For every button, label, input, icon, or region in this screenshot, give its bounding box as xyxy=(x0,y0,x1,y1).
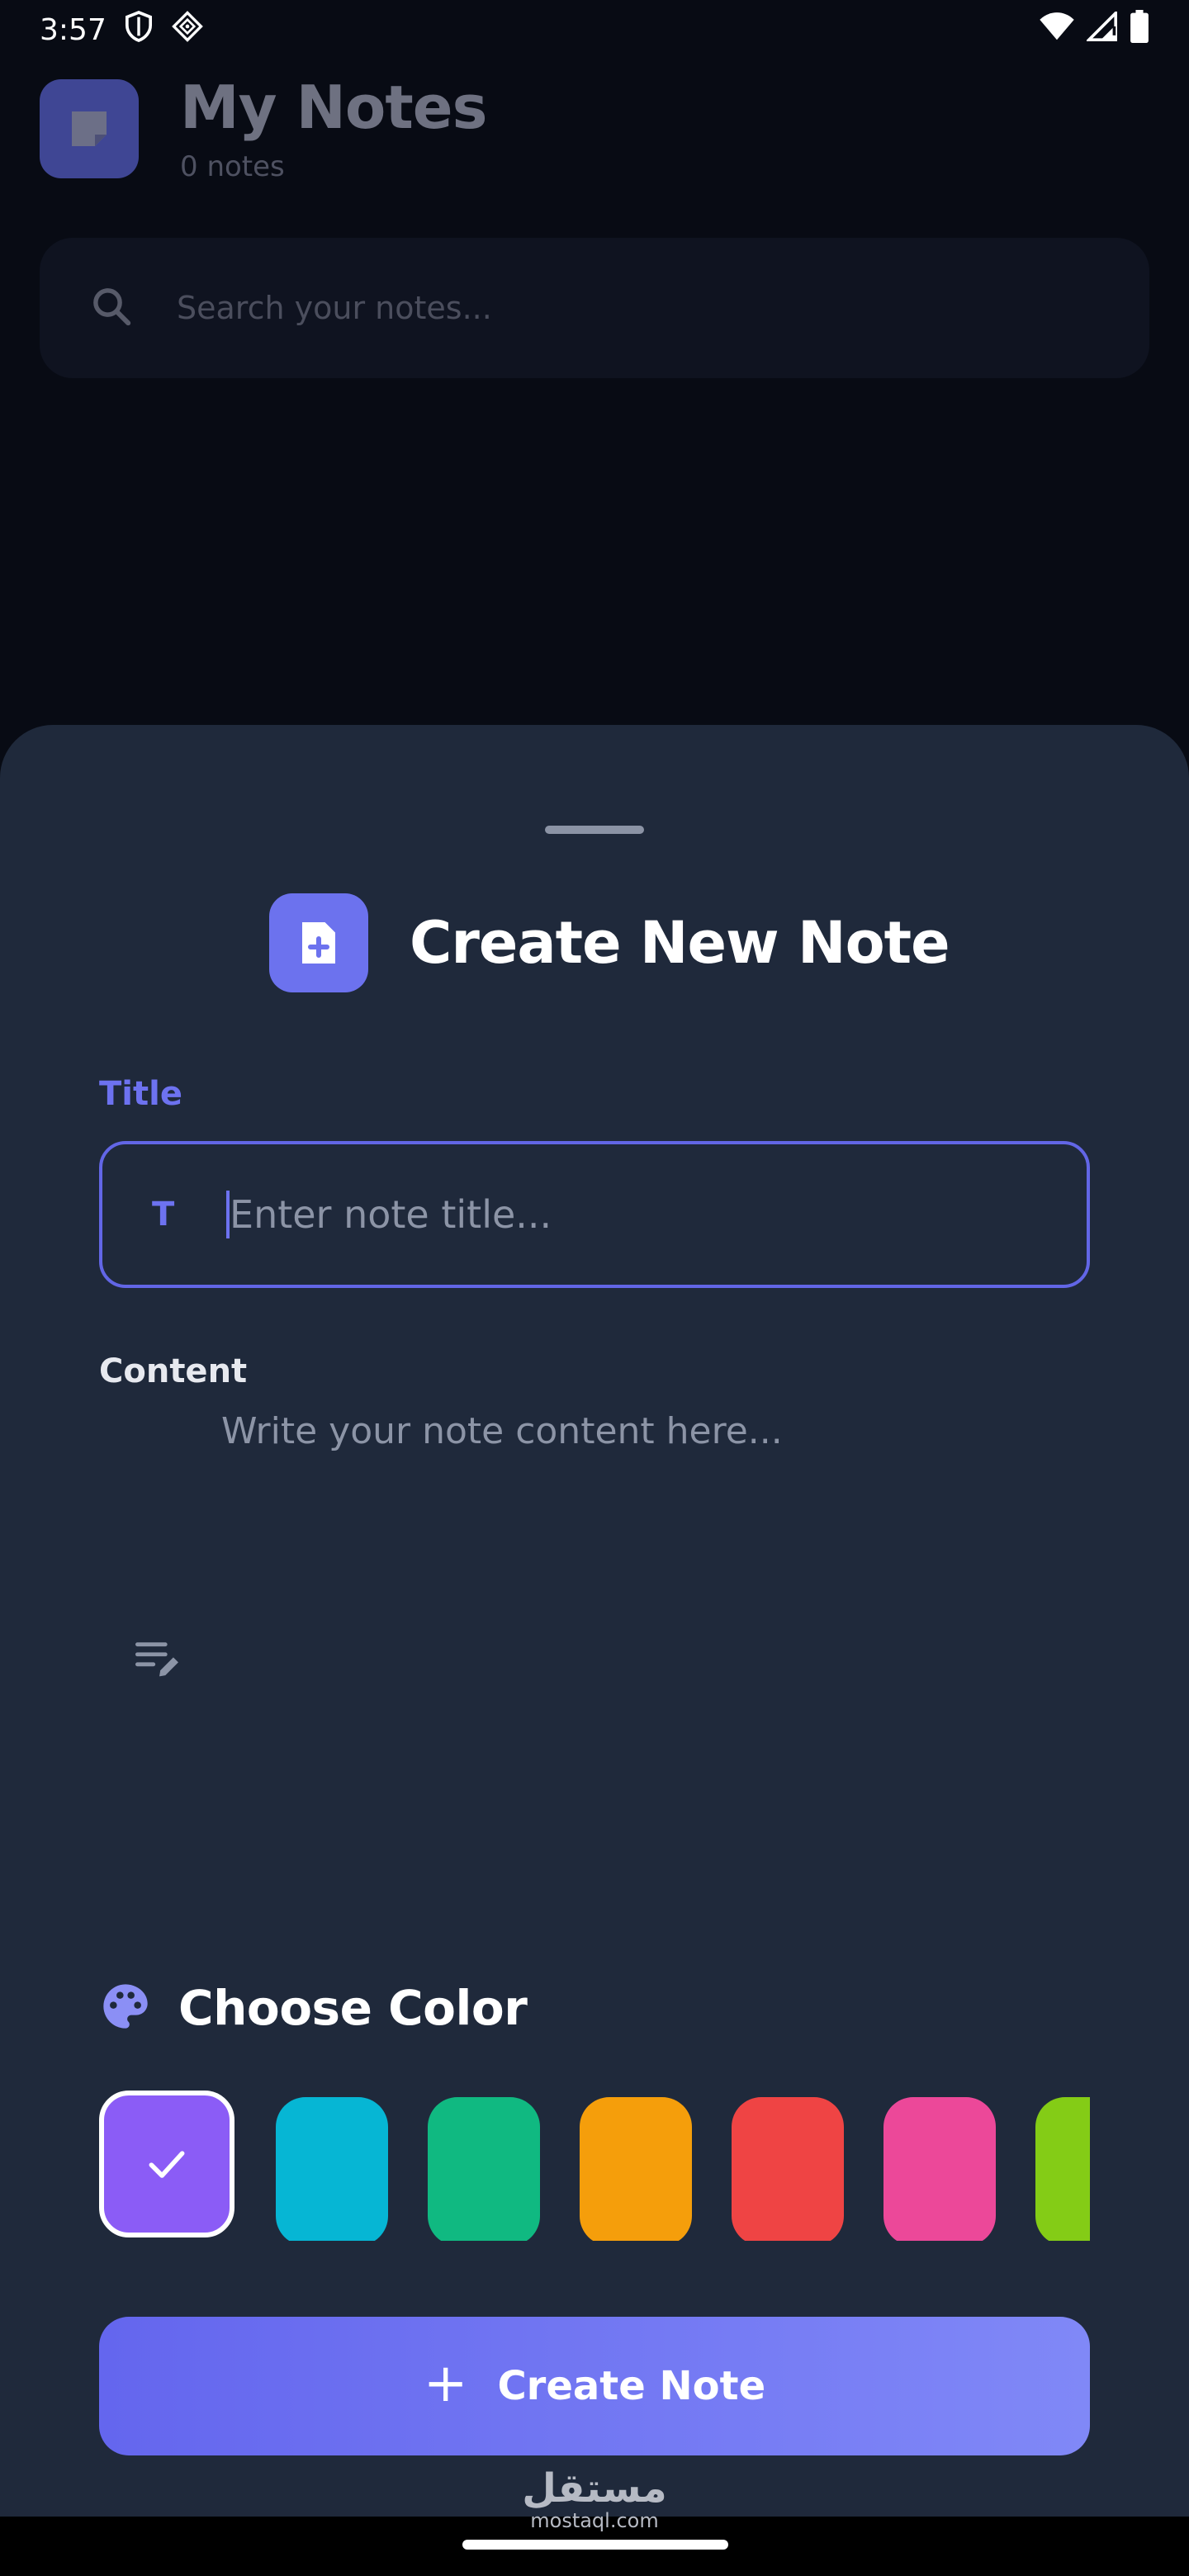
title-label: Title xyxy=(99,1075,182,1113)
plus-icon: + xyxy=(423,2353,468,2414)
palette-icon xyxy=(99,1980,152,2036)
shield-icon xyxy=(125,10,153,50)
search-input[interactable] xyxy=(177,290,1002,326)
color-swatch[interactable] xyxy=(883,2097,996,2241)
color-section-title: Choose Color xyxy=(178,1980,528,2036)
color-swatch[interactable] xyxy=(1035,2097,1090,2241)
watermark-logo: مستقل mostaql.com xyxy=(0,2467,1189,2531)
sheet-title: Create New Note xyxy=(410,909,950,977)
title-field[interactable]: T xyxy=(99,1141,1090,1288)
notes-edit-icon xyxy=(135,1640,183,1684)
color-section-header: Choose Color xyxy=(99,1980,528,2036)
drag-handle[interactable] xyxy=(545,826,644,834)
app-title: My Notes xyxy=(180,73,487,142)
color-swatch[interactable] xyxy=(732,2097,844,2241)
note-add-icon xyxy=(269,893,368,992)
title-input[interactable] xyxy=(230,1192,1022,1237)
check-icon xyxy=(149,2151,185,2178)
color-swatch[interactable] xyxy=(99,2091,234,2237)
battery-icon xyxy=(1130,9,1149,50)
content-label: Content xyxy=(99,1352,248,1390)
text-format-icon: T xyxy=(152,1196,175,1234)
search-icon xyxy=(89,284,134,332)
content-input[interactable] xyxy=(221,1410,1080,1807)
sheet-header: Create New Note xyxy=(269,893,950,992)
color-swatch[interactable] xyxy=(580,2097,692,2241)
app-notification-icon xyxy=(171,10,204,50)
color-swatches xyxy=(99,2087,1090,2241)
note-count: 0 notes xyxy=(180,150,285,183)
create-note-label: Create Note xyxy=(497,2363,766,2409)
note-icon xyxy=(40,79,139,178)
app-header: My Notes 0 notes xyxy=(40,73,487,183)
content-field[interactable] xyxy=(99,1410,1090,1840)
cell-signal-icon xyxy=(1085,8,1118,49)
create-note-sheet: Create New Note Title T Content Choose C… xyxy=(0,725,1189,2517)
wifi-icon xyxy=(1039,12,1075,49)
home-indicator[interactable] xyxy=(462,2540,728,2550)
status-bar: 3:57 xyxy=(0,0,1189,59)
create-note-button[interactable]: + Create Note xyxy=(99,2317,1090,2455)
status-time: 3:57 xyxy=(40,12,107,47)
search-bar[interactable] xyxy=(40,238,1149,378)
color-swatch[interactable] xyxy=(276,2097,388,2241)
watermark-arabic: مستقل xyxy=(522,2465,667,2512)
watermark-latin: mostaql.com xyxy=(530,2509,659,2532)
color-swatch[interactable] xyxy=(428,2097,540,2241)
